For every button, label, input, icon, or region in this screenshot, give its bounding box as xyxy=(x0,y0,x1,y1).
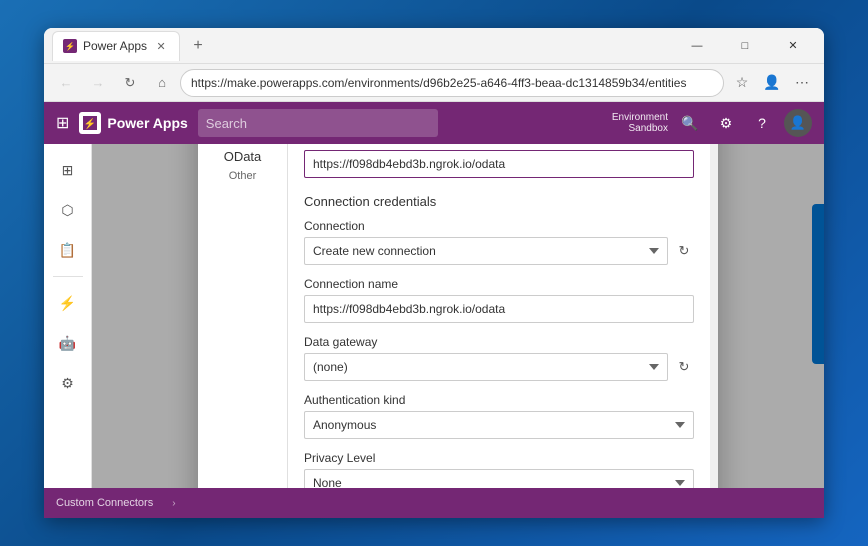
sidebar-item-ai[interactable]: 🤖 xyxy=(50,325,86,361)
forward-nav-button[interactable]: → xyxy=(84,69,112,97)
environment-label: Environment xyxy=(612,112,668,123)
modal-body: OD OData Other Connection settings URL * xyxy=(198,144,718,488)
browser-toolbar: ← → ↻ ⌂ ☆ 👤 ⋯ xyxy=(44,64,824,102)
connection-refresh-icon[interactable]: ↻ xyxy=(674,241,694,261)
browser-titlebar: ⚡ Power Apps ✕ + — □ ✕ xyxy=(44,28,824,64)
browser-tab[interactable]: ⚡ Power Apps ✕ xyxy=(52,31,180,61)
tab-title: Power Apps xyxy=(83,39,147,53)
search-header-icon[interactable]: 🔍 xyxy=(676,109,704,137)
privacy-level-label: Privacy Level xyxy=(304,451,694,465)
sidebar-item-apps[interactable]: ⬡ xyxy=(50,192,86,228)
connection-label: Connection xyxy=(304,219,694,233)
odata-name: OData xyxy=(224,149,262,164)
tab-close-button[interactable]: ✕ xyxy=(153,38,169,54)
odata-panel: OD OData Other xyxy=(198,144,288,488)
new-tab-button[interactable]: + xyxy=(184,32,212,60)
main-content: Power Query - Connect to data source ✕ O… xyxy=(92,144,824,488)
sidebar: ⊞ ⬡ 📋 ⚡ 🤖 ⚙ xyxy=(44,144,92,488)
privacy-level-row: None xyxy=(304,469,694,488)
refresh-nav-button[interactable]: ↻ xyxy=(116,69,144,97)
data-gateway-refresh-icon[interactable]: ↻ xyxy=(674,357,694,377)
auth-kind-row: Anonymous xyxy=(304,411,694,439)
help-header-icon[interactable]: ? xyxy=(748,109,776,137)
minimize-button[interactable]: — xyxy=(674,31,720,61)
favorites-icon[interactable]: ☆ xyxy=(728,69,756,97)
svg-text:⚡: ⚡ xyxy=(84,117,96,130)
connection-dropdown[interactable]: Create new connection xyxy=(304,237,668,265)
credentials-title: Connection credentials xyxy=(304,194,694,209)
custom-connectors-item[interactable]: Custom Connectors xyxy=(56,497,153,509)
data-gateway-label: Data gateway xyxy=(304,335,694,349)
url-required-indicator: * xyxy=(330,144,335,146)
settings-icon[interactable]: ⋯ xyxy=(788,69,816,97)
auth-kind-label: Authentication kind xyxy=(304,393,694,407)
powerapps-logo-icon: ⚡ xyxy=(79,112,101,134)
connection-name-input[interactable] xyxy=(304,295,694,323)
window-controls: — □ ✕ xyxy=(674,31,816,61)
settings-header-icon[interactable]: ⚙ xyxy=(712,109,740,137)
grid-icon[interactable]: ⊞ xyxy=(56,113,69,133)
maximize-button[interactable]: □ xyxy=(722,31,768,61)
odata-type: Other xyxy=(229,170,257,182)
pa-header-right: Environment Sandbox 🔍 ⚙ ? 👤 xyxy=(612,109,812,137)
desktop: ⚡ Power Apps ✕ + — □ ✕ ← → ↻ ⌂ ☆ 👤 ⋯ xyxy=(0,0,868,546)
connection-row: Create new connection ↻ xyxy=(304,237,694,265)
form-panel: Connection settings URL * Connection cre… xyxy=(288,144,710,488)
powerapps-header: ⊞ ⚡ Power Apps Environment Sandbox 🔍 ⚙ ?… xyxy=(44,102,824,144)
modal-scrollbar[interactable] xyxy=(710,144,718,488)
connection-name-label: Connection name xyxy=(304,277,694,291)
profile-icon[interactable]: 👤 xyxy=(758,69,786,97)
data-gateway-row: (none) ↻ xyxy=(304,353,694,381)
url-label: URL * xyxy=(304,144,694,146)
toolbar-icons: ☆ 👤 ⋯ xyxy=(728,69,816,97)
sidebar-item-data[interactable]: 📋 xyxy=(50,232,86,268)
powerapps-logo-text: Power Apps xyxy=(107,115,187,131)
sidebar-item-home[interactable]: ⊞ xyxy=(50,152,86,188)
bottom-chevron-icon: › xyxy=(172,498,175,509)
sidebar-item-settings[interactable]: ⚙ xyxy=(50,365,86,401)
url-input[interactable] xyxy=(304,150,694,178)
pa-search-input[interactable] xyxy=(198,109,438,137)
tab-favicon: ⚡ xyxy=(63,39,77,53)
user-avatar[interactable]: 👤 xyxy=(784,109,812,137)
auth-kind-dropdown[interactable]: Anonymous xyxy=(304,411,694,439)
powerapps-logo: ⚡ Power Apps xyxy=(79,112,187,134)
environment-info: Environment Sandbox xyxy=(612,112,668,134)
close-button[interactable]: ✕ xyxy=(770,31,816,61)
privacy-level-dropdown[interactable]: None xyxy=(304,469,694,488)
address-bar[interactable] xyxy=(180,69,724,97)
browser-window: ⚡ Power Apps ✕ + — □ ✕ ← → ↻ ⌂ ☆ 👤 ⋯ xyxy=(44,28,824,518)
environment-name: Sandbox xyxy=(629,123,668,134)
sidebar-item-flows[interactable]: ⚡ xyxy=(50,285,86,321)
modal-overlay: Power Query - Connect to data source ✕ O… xyxy=(92,144,824,488)
browser-content: ⊞ ⬡ 📋 ⚡ 🤖 ⚙ Power Query - Connect to dat… xyxy=(44,144,824,488)
back-nav-button[interactable]: ← xyxy=(52,69,80,97)
home-nav-button[interactable]: ⌂ xyxy=(148,69,176,97)
modal-dialog: Power Query - Connect to data source ✕ O… xyxy=(198,144,718,488)
sidebar-divider xyxy=(53,276,83,277)
data-gateway-dropdown[interactable]: (none) xyxy=(304,353,668,381)
bottom-bar: Custom Connectors › xyxy=(44,488,824,518)
